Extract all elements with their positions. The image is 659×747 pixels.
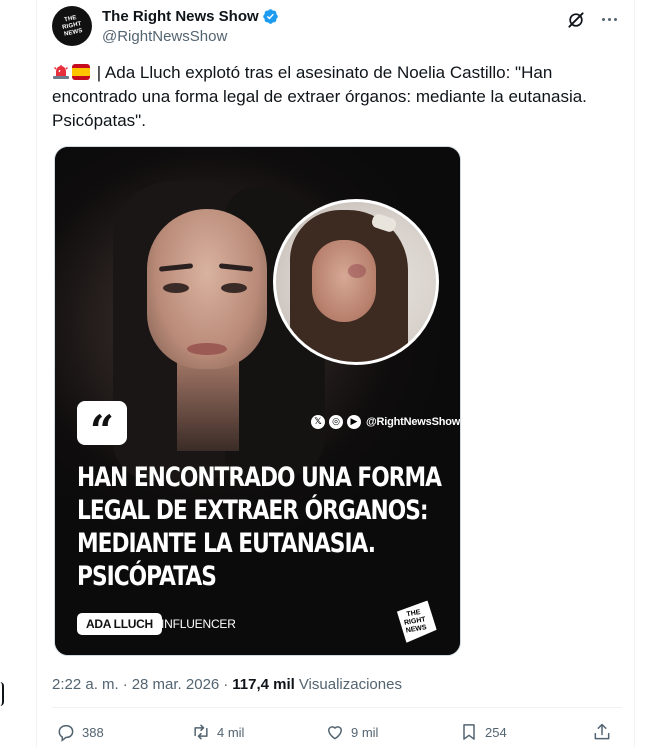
views-label: Visualizaciones — [298, 676, 402, 693]
headline-line: LEGAL DE EXTRAER ÓRGANOS: — [77, 495, 429, 526]
bookmark-count: 254 — [485, 724, 507, 740]
like-button[interactable]: 9 mil — [325, 722, 378, 742]
scroll-edge-mark — [0, 682, 4, 706]
quote-mark-icon: “ — [77, 401, 127, 452]
like-icon — [328, 726, 342, 740]
youtube-icon: ▶ — [347, 415, 361, 429]
grok-icon[interactable] — [566, 10, 586, 30]
name-row: The Right News Show — [102, 8, 279, 25]
headline-line: PSICÓPATAS — [77, 561, 217, 592]
share-button[interactable] — [592, 722, 612, 742]
like-count: 9 mil — [351, 724, 379, 740]
portrait-eye-right — [221, 283, 247, 293]
avatar-logo: THE RIGHT NEWS — [61, 14, 84, 38]
repost-button[interactable]: 4 mil — [191, 722, 244, 742]
inset-face — [312, 240, 376, 322]
headline-line: MEDIANTE LA EUTANASIA. — [77, 528, 376, 559]
timeline-border-right — [634, 0, 635, 747]
handle[interactable]: @RightNewsShow — [102, 28, 227, 45]
headline-line: HAN ENCONTRADO UNA FORMA — [77, 462, 442, 493]
display-name[interactable]: The Right News Show — [102, 8, 259, 25]
speaker-role: INFLUENCER — [161, 617, 236, 631]
verified-icon[interactable] — [262, 8, 279, 25]
speaker-name-pill: ADA LLUCH — [77, 613, 162, 635]
inset-circle-photo — [273, 199, 439, 365]
media-headline: HAN ENCONTRADO UNA FORMA LEGAL DE EXTRAE… — [77, 461, 442, 593]
social-handle-row: 𝕏 ◎ ▶ @RightNewsShow — [311, 413, 460, 431]
reply-count: 388 — [82, 724, 104, 740]
tweet-time[interactable]: 2:22 a. m. — [52, 676, 119, 693]
avatar[interactable]: THE RIGHT NEWS — [52, 6, 92, 46]
repost-icon — [194, 724, 208, 740]
views-count: 117,4 mil — [232, 676, 295, 693]
bookmark-icon — [463, 724, 475, 740]
spain-flag-emoji-icon — [72, 64, 90, 80]
share-icon — [594, 723, 610, 740]
more-icon[interactable] — [598, 8, 620, 30]
meta-separator: · — [122, 676, 128, 693]
tweet-meta: 2:22 a. m. · 28 mar. 2026 · 117,4 mil Vi… — [52, 676, 402, 693]
instagram-icon: ◎ — [329, 415, 343, 429]
reply-icon — [58, 725, 74, 742]
portrait-neck — [177, 361, 239, 451]
repost-count: 4 mil — [217, 724, 245, 740]
meta-separator: · — [223, 676, 229, 693]
tweet-header: THE RIGHT NEWS The Right News Show @Righ… — [52, 6, 622, 50]
portrait-lips — [187, 343, 227, 355]
reply-button[interactable]: 388 — [56, 722, 104, 742]
divider — [52, 707, 622, 708]
tweet-body: | Ada Lluch explotó tras el asesinato de… — [52, 63, 587, 130]
tweet-date[interactable]: 28 mar. 2026 — [132, 676, 220, 693]
tweet[interactable]: THE RIGHT NEWS The Right News Show @Righ… — [52, 0, 622, 747]
bookmark-button[interactable]: 254 — [459, 722, 507, 742]
tweet-media-image[interactable]: “ 𝕏 ◎ ▶ @RightNewsShow HAN ENCONTRADO UN… — [54, 146, 461, 656]
portrait-eye-left — [163, 283, 189, 293]
x-logo-icon: 𝕏 — [311, 415, 325, 429]
inset-bruise — [348, 264, 366, 278]
media-social-handle: @RightNewsShow — [366, 416, 461, 428]
tweet-text: | Ada Lluch explotó tras el asesinato de… — [52, 61, 620, 133]
action-bar: 388 4 mil 9 mil 254 — [52, 722, 622, 746]
timeline-border-left — [36, 0, 37, 747]
siren-emoji-icon — [52, 63, 70, 79]
